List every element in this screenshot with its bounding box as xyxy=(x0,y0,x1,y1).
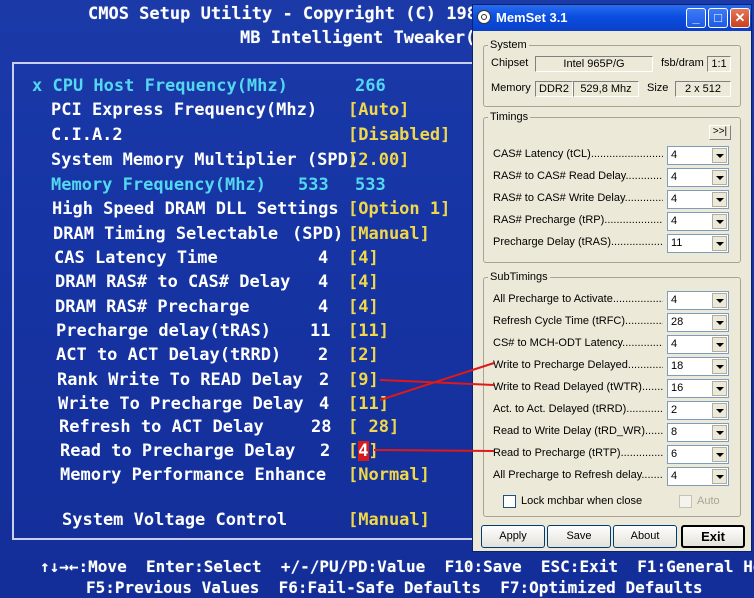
annotation-overlay xyxy=(373,362,495,452)
screenshot: CMOS Setup Utility - Copyright (C) 1984-… xyxy=(0,0,754,598)
annotation-line-read-to-precharge xyxy=(373,449,495,452)
